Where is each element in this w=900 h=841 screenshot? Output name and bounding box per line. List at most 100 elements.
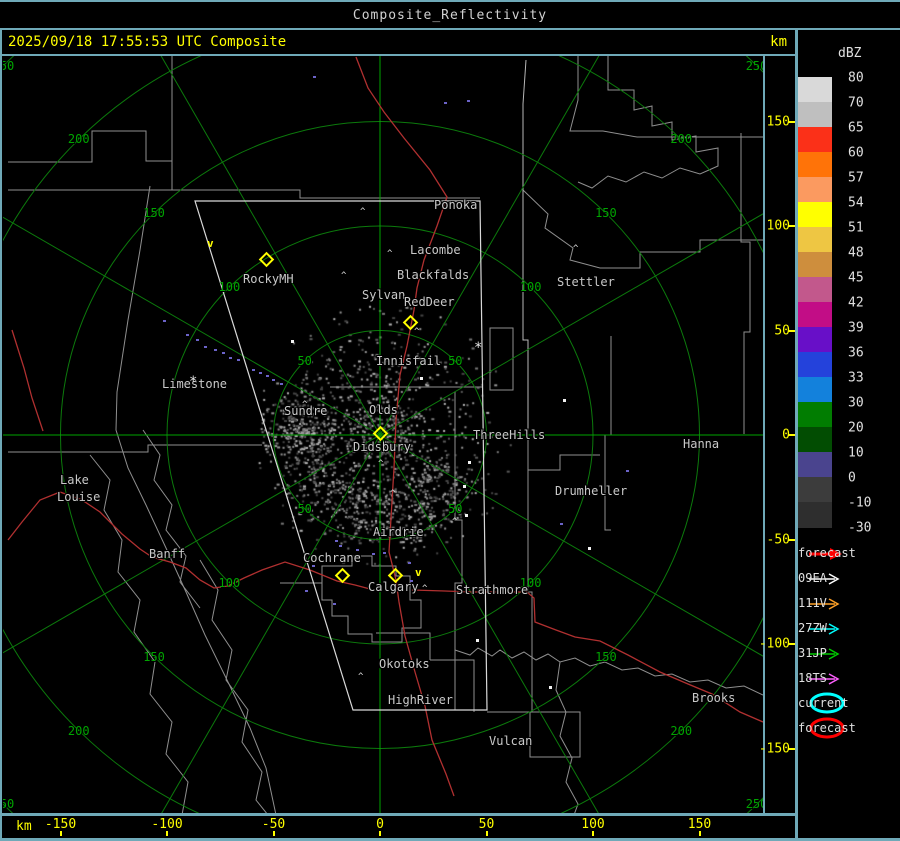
caret-marker: ^	[390, 489, 396, 499]
ring-label: 150	[143, 206, 165, 221]
caret-marker: ^	[360, 207, 366, 217]
dot-marker	[563, 399, 566, 402]
ring-label: 250	[3, 797, 15, 812]
caret-marker: ^	[573, 244, 579, 254]
colorbar-swatch	[798, 177, 832, 203]
timestamp-label: 2025/09/18 17:55:53 UTC Composite	[8, 34, 287, 50]
bottom-axis-tick-label: -150	[44, 817, 77, 832]
bottom-axis-tick-label: 0	[376, 817, 384, 832]
weak-echo-dot	[196, 339, 199, 341]
weak-echo-dot	[266, 375, 269, 377]
ring-label: 250	[3, 58, 15, 73]
ring-label: 100	[218, 575, 241, 590]
weak-echo-dot	[280, 383, 283, 385]
ring-label: 250	[745, 797, 763, 812]
colorbar-swatch	[798, 152, 832, 178]
colorbar-swatch	[798, 377, 832, 403]
right-axis-tick	[788, 225, 795, 227]
right-axis-tick	[788, 434, 795, 436]
weak-echo-dot	[335, 540, 338, 542]
weak-echo-dot	[408, 562, 411, 564]
legend-label: 27ZW	[798, 621, 827, 635]
colorbar-tick-label: 60	[848, 145, 864, 161]
site-check-marker: v	[415, 566, 422, 579]
weak-echo-dot	[163, 320, 166, 322]
weak-echo-dot	[214, 349, 217, 351]
colorbar-tick-label: 36	[848, 345, 864, 361]
bottom-axis-tick	[166, 831, 168, 836]
right-axis-tick	[788, 120, 795, 123]
ring-label: 50	[297, 501, 312, 516]
weak-echo-dot	[356, 549, 359, 551]
colorbar-swatch	[798, 252, 832, 278]
colorbar-tick-label: 42	[848, 295, 864, 311]
right-axis-tick-label: -100	[758, 636, 790, 652]
caret-marker: ^	[358, 672, 364, 682]
right-axis-tick-label: -150	[758, 741, 790, 756]
right-axis-tick	[788, 643, 795, 645]
right-axis: 150 100 50 0 -50 -100 -150	[759, 56, 795, 813]
legend-label: forecast	[798, 721, 856, 735]
bottom-axis-unit-label: km	[16, 819, 32, 834]
weak-echo-dot	[467, 100, 470, 102]
dot-marker	[549, 686, 552, 689]
weak-echo-dot	[229, 357, 232, 359]
right-axis-tick-label: 100	[766, 218, 790, 234]
city-label-calgary: Calgary	[368, 580, 419, 594]
legend-label: 18TS	[798, 671, 827, 685]
colorbar-tick-label: -10	[848, 495, 872, 511]
radar-map-viewport[interactable]: 50 50 50 50 100 100 100 100 150 150 150 150 200 200 20…	[3, 56, 763, 813]
legend-label: 09EA	[798, 571, 827, 585]
dot-marker	[588, 547, 591, 550]
colorbar-title: dBZ	[838, 46, 862, 61]
city-label-drumheller: Drumheller	[555, 484, 628, 498]
colorbar-swatch	[798, 327, 832, 353]
city-label-okotoks: Okotoks	[379, 657, 430, 671]
city-label-strathmore: Strathmore	[456, 583, 529, 597]
right-axis-tick	[788, 329, 795, 332]
ring-label: 200	[67, 723, 90, 738]
caret-marker: ^	[414, 327, 420, 337]
caret-marker: ^	[452, 517, 458, 527]
weak-echo-dot	[272, 379, 275, 381]
bottom-axis-tick	[59, 831, 62, 836]
site-check-marker: v	[207, 237, 214, 250]
city-label-ponoka: Ponoka	[434, 198, 478, 212]
radar-site-marker	[334, 567, 351, 584]
weak-echo-dot	[312, 565, 315, 567]
city-label-sylvan: Sylvan	[362, 288, 406, 302]
colorbar-tick-label: 33	[848, 370, 864, 386]
asterisk-marker: *	[189, 374, 198, 390]
city-label-vulcan: Vulcan	[489, 734, 533, 748]
colorbar-tick-label: 65	[848, 120, 864, 136]
city-label-olds: Olds	[369, 403, 398, 417]
city-label-cochrane: Cochrane	[303, 551, 361, 565]
legend-label: current	[798, 696, 849, 710]
city-label-airdrie: Airdrie	[373, 525, 424, 539]
city-label-highriver: HighRiver	[388, 693, 454, 707]
colorbar-tick-label: 57	[848, 170, 864, 186]
colorbar-tick-label: 0	[848, 470, 856, 486]
bottom-axis-tick	[272, 831, 275, 836]
right-axis-tick-label: 150	[766, 114, 790, 129]
dot-marker	[291, 340, 294, 343]
radar-site-marker	[372, 425, 389, 442]
asterisk-marker: *	[474, 340, 483, 356]
weak-echo-dot	[237, 359, 240, 361]
city-label-blackfalds: Blackfalds	[397, 268, 470, 282]
caret-marker: ^	[341, 271, 347, 281]
colorbar-tick-label: 39	[848, 320, 864, 336]
colorbar-swatch	[798, 452, 832, 478]
bottom-axis-tick	[592, 831, 594, 836]
weak-echo-dot	[444, 102, 447, 104]
weak-echo-dot	[313, 76, 316, 78]
ring-label: 50	[297, 354, 312, 369]
colorbar-swatch	[798, 227, 832, 253]
bottom-axis-tick-label: -100	[151, 817, 183, 832]
colorbar-swatch	[798, 302, 832, 328]
colorbar-tick-label: 54	[848, 195, 864, 211]
colorbar-tick-label: 20	[848, 420, 864, 436]
ring-label: 200	[67, 132, 90, 147]
colorbar-swatch	[798, 277, 832, 303]
colorbar-tick-label: 80	[848, 70, 864, 86]
